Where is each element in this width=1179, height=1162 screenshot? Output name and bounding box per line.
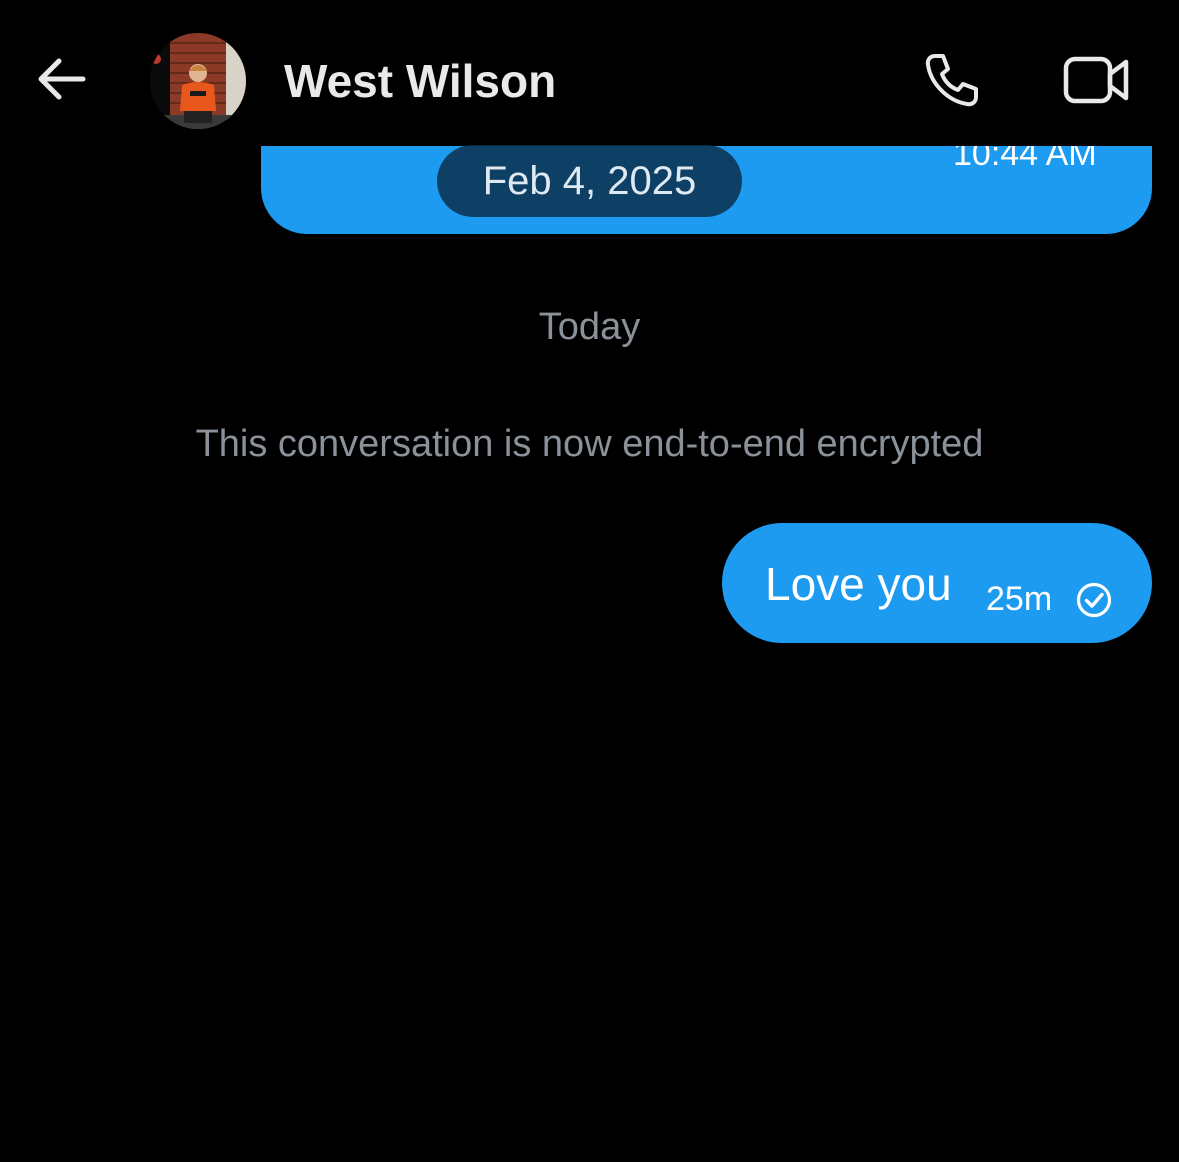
message-time: 25m — [986, 580, 1053, 618]
call-button[interactable] — [915, 46, 987, 118]
phone-icon — [921, 50, 981, 115]
sent-message-bubble[interactable]: Love you 25m — [722, 523, 1152, 643]
conversation-header: West Wilson — [0, 0, 1179, 146]
day-separator: Today — [538, 306, 641, 348]
back-button[interactable] — [22, 46, 98, 116]
avatar-photo — [150, 33, 246, 129]
contact-name[interactable]: West Wilson — [284, 52, 556, 110]
video-call-button[interactable] — [1056, 46, 1136, 118]
message-text: Love you — [765, 558, 952, 610]
arrow-left-icon — [33, 55, 87, 108]
contact-avatar[interactable] — [150, 33, 246, 129]
date-pill: Feb 4, 2025 — [437, 145, 742, 217]
message-thread: 10:44 AM Feb 4, 2025 Today This conversa… — [0, 0, 1179, 1162]
video-camera-icon — [1062, 54, 1130, 111]
encryption-notice: This conversation is now end-to-end encr… — [195, 423, 984, 465]
check-circle-icon — [1075, 581, 1113, 619]
